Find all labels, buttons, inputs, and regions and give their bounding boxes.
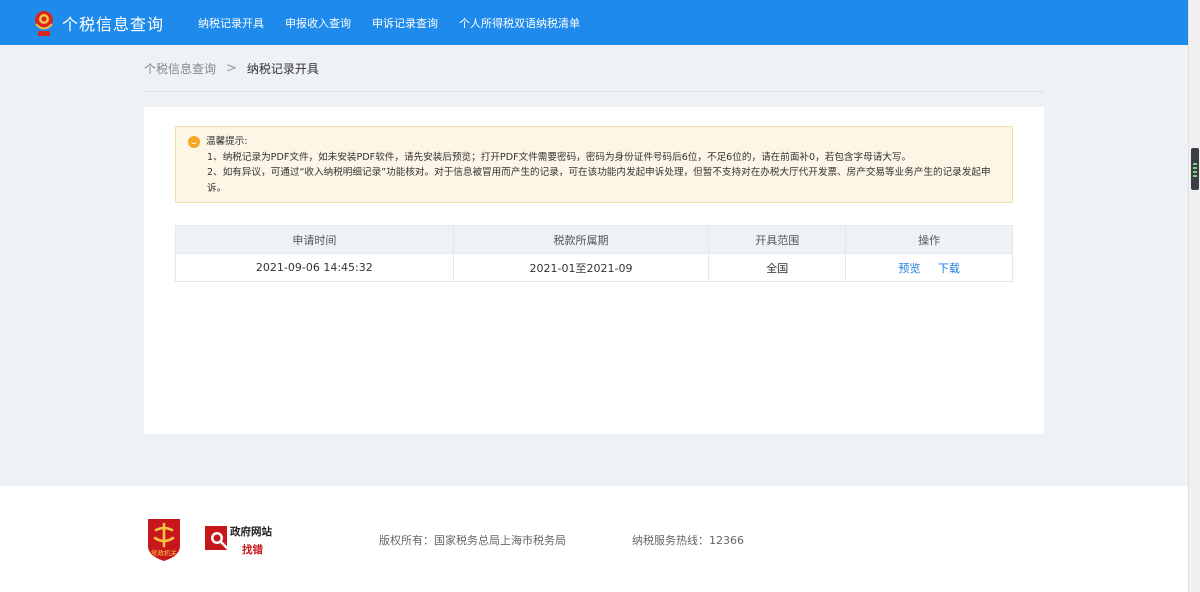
column-header-tax-period: 税款所属期 <box>452 225 710 254</box>
scrollbar-thumb[interactable] <box>1191 148 1199 190</box>
main-nav: 纳税记录开具 申报收入查询 申诉记录查询 个人所得税双语纳税清单 <box>198 0 601 45</box>
gov-logo-title: 政府网站 <box>230 526 272 538</box>
breadcrumb: 个税信息查询 > 纳税记录开具 <box>144 60 319 76</box>
nav-income-declaration-query[interactable]: 申报收入查询 <box>285 15 351 31</box>
preview-link[interactable]: 预览 <box>898 262 920 275</box>
party-government-logo[interactable]: 党政机关 <box>146 516 182 562</box>
party-logo-text: 党政机关 <box>151 548 178 557</box>
cell-apply-time: 2021-09-06 14:45:32 <box>175 253 454 282</box>
notice-title: 温馨提示: <box>206 136 248 147</box>
notice-line-2: 2、如有异议，可通过“收入纳税明细记录”功能核对。对于信息被冒用而产生的记录，可… <box>207 167 991 194</box>
tax-emblem-icon <box>32 9 56 37</box>
footer-hotline: 纳税服务热线：12366 <box>632 534 744 547</box>
content-card: 温馨提示: 1、纳税记录为PDF文件，如未安装PDF软件，请先安装后预览；打开P… <box>144 107 1044 434</box>
gov-website-error-report-logo[interactable]: 政府网站 找错 <box>204 522 284 558</box>
cell-tax-period: 2021-01至2021-09 <box>452 253 710 282</box>
breadcrumb-divider <box>144 91 1044 92</box>
column-header-scope: 开具范围 <box>708 225 847 254</box>
nav-bilingual-tax-list[interactable]: 个人所得税双语纳税清单 <box>459 15 580 31</box>
breadcrumb-root[interactable]: 个税信息查询 <box>144 60 216 77</box>
footer-copyright: 版权所有：国家税务总局上海市税务局 <box>379 534 566 547</box>
nav-appeal-record-query[interactable]: 申诉记录查询 <box>372 15 438 31</box>
cell-scope: 全国 <box>708 253 847 282</box>
cell-actions: 预览 下载 <box>845 253 1013 282</box>
brand-title: 个税信息查询 <box>62 15 165 34</box>
nav-tax-record-issue[interactable]: 纳税记录开具 <box>198 15 264 31</box>
notice-box: 温馨提示: 1、纳税记录为PDF文件，如未安装PDF软件，请先安装后预览；打开P… <box>175 126 1013 203</box>
page-scrollbar[interactable] <box>1188 0 1200 592</box>
gov-logo-subtitle: 找错 <box>242 544 263 556</box>
brand[interactable]: 个税信息查询 <box>32 8 164 38</box>
notice-line-1: 1、纳税记录为PDF文件，如未安装PDF软件，请先安装后预览；打开PDF文件需要… <box>207 151 912 163</box>
table-row: 2021-09-06 14:45:32 2021-01至2021-09 全国 预… <box>175 253 1013 282</box>
column-header-actions: 操作 <box>845 225 1013 254</box>
chevron-right-icon: > <box>226 60 237 76</box>
download-link[interactable]: 下载 <box>938 262 960 275</box>
breadcrumb-current: 纳税记录开具 <box>246 61 319 76</box>
top-navigation-bar: 个税信息查询 纳税记录开具 申报收入查询 申诉记录查询 个人所得税双语纳税清单 <box>0 0 1188 45</box>
column-header-apply-time: 申请时间 <box>175 225 454 254</box>
smile-icon <box>188 135 200 148</box>
tax-record-table: 申请时间 税款所属期 开具范围 操作 2021-09-06 14:45:32 2… <box>175 225 1013 282</box>
table-header-row: 申请时间 税款所属期 开具范围 操作 <box>175 225 1013 254</box>
